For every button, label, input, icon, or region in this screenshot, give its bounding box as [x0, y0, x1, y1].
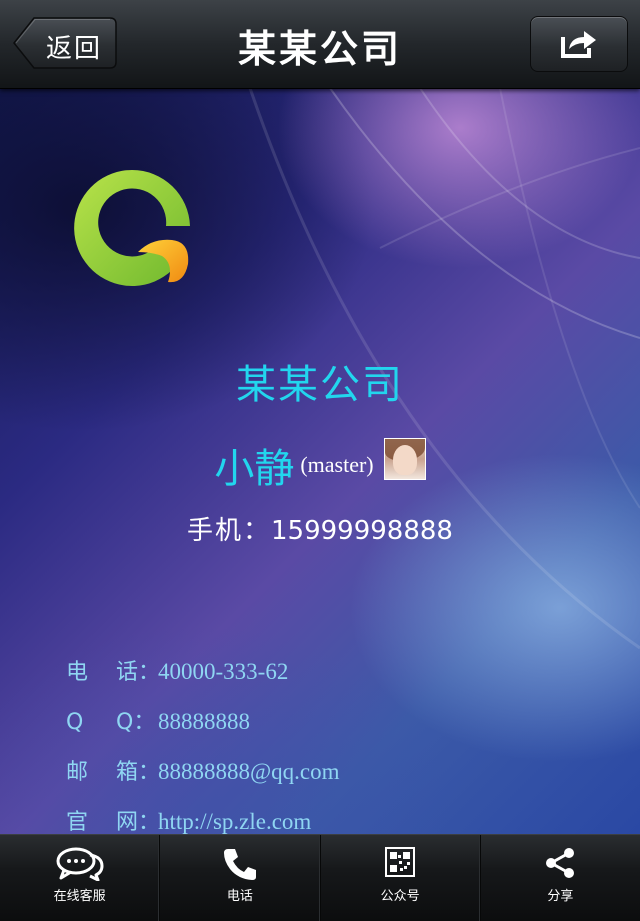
tab-label: 在线客服 — [53, 889, 106, 904]
share-nodes-icon — [546, 848, 575, 878]
contact-value: http://sp.zle.com — [158, 809, 312, 834]
contact-row-qq[interactable]: Q Q： 88888888 — [66, 704, 340, 754]
person-name: 小静 — [214, 446, 295, 492]
avatar — [383, 438, 426, 480]
tab-share[interactable]: 分享 — [481, 835, 640, 921]
bottom-tab-bar: 在线客服 电话 公众号 分享 — [0, 834, 640, 921]
tab-online-service[interactable]: 在线客服 — [0, 835, 161, 921]
share-button[interactable] — [530, 16, 628, 72]
chat-icon — [56, 847, 104, 881]
contact-value: 88888888 — [158, 709, 250, 734]
contact-key-char: 网： — [116, 810, 161, 834]
contact-row-website[interactable]: 官 网：http://sp.zle.com — [66, 804, 340, 834]
share-icon — [561, 31, 596, 58]
contact-key-char: Q： — [116, 710, 156, 735]
contact-value: 88888888@qq.com — [158, 759, 340, 784]
company-name: 某某公司 — [236, 362, 404, 408]
mobile-number: 15999998888 — [271, 516, 453, 546]
qr-code-icon — [385, 847, 416, 877]
contact-key-char: 官 — [66, 810, 89, 834]
business-card: 某某公司 小静 (master) 手机：15999998888 电 话：40000-… — [0, 88, 640, 834]
contact-value: 40000-333-62 — [158, 659, 289, 684]
person-role: (master) — [300, 452, 374, 477]
mobile-line[interactable]: 手机：15999998888 — [0, 510, 640, 547]
contact-row-email[interactable]: 邮 箱：88888888@qq.com — [66, 754, 340, 804]
tab-label: 电话 — [226, 889, 253, 904]
tab-phone[interactable]: 电话 — [160, 835, 321, 921]
mobile-label: 手机： — [187, 516, 272, 546]
contact-key-char: 电 — [66, 660, 89, 685]
person-line: 小静 (master) — [0, 436, 640, 494]
contact-key-char: 邮 — [66, 760, 89, 785]
contact-row-phone[interactable]: 电 话：40000-333-62 — [66, 654, 340, 704]
phone-icon — [223, 849, 256, 880]
navigation-bar: 返回 某某公司 — [0, 0, 640, 89]
tab-official-account[interactable]: 公众号 — [321, 835, 481, 921]
contact-list: 电 话：40000-333-62 Q Q： 88888888 邮 箱：88888888@… — [66, 654, 340, 834]
company-logo — [74, 169, 190, 286]
contact-key-char: Q — [66, 710, 84, 735]
tab-label: 公众号 — [380, 889, 420, 904]
contact-key-char: 箱： — [116, 760, 161, 785]
contact-key-char: 话： — [116, 660, 161, 685]
tab-label: 分享 — [547, 889, 574, 904]
